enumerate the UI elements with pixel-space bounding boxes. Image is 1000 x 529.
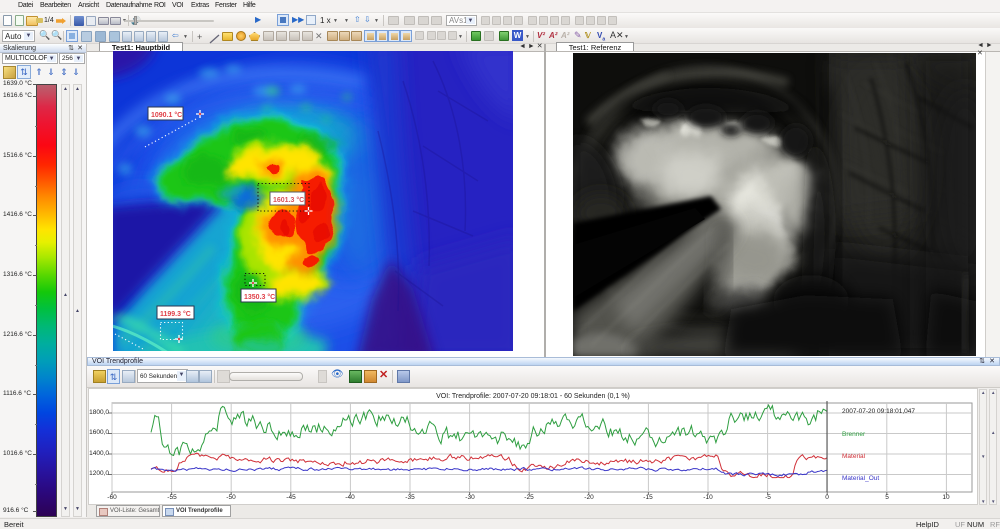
svg-text:1350.3 °C: 1350.3 °C: [244, 293, 275, 301]
svg-text:1601.3 °C: 1601.3 °C: [273, 196, 304, 204]
svg-text:1090.1 °C: 1090.1 °C: [151, 111, 182, 119]
svg-text:1199.3 °C: 1199.3 °C: [160, 310, 191, 318]
